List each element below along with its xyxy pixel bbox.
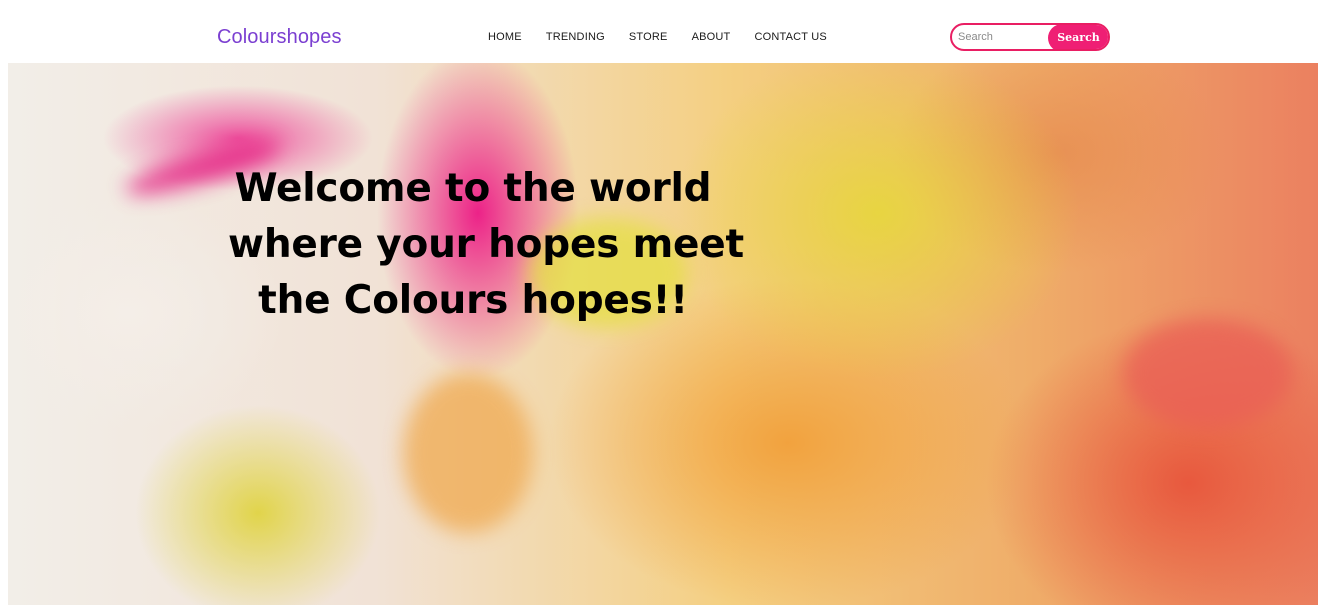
site-brand[interactable]: Colourshopes <box>217 25 342 49</box>
page-root: Colourshopes HOME TRENDING STORE ABOUT C… <box>0 0 1324 605</box>
hero-banner: Welcome to the world where your hopes me… <box>8 63 1318 605</box>
nav-trending[interactable]: TRENDING <box>546 30 605 44</box>
hero-headline: Welcome to the world where your hopes me… <box>228 161 744 329</box>
search-button[interactable]: Search <box>1048 25 1108 49</box>
nav-home[interactable]: HOME <box>488 30 522 44</box>
nav-store[interactable]: STORE <box>629 30 668 44</box>
orange-color-splash <box>403 373 533 533</box>
red-color-splash <box>1123 318 1293 428</box>
main-navigation: HOME TRENDING STORE ABOUT CONTACT US <box>488 30 851 44</box>
search-box: Search <box>950 23 1110 51</box>
headline-line-1: Welcome to the world <box>234 166 712 212</box>
nav-contact-us[interactable]: CONTACT US <box>754 30 827 44</box>
top-navbar: Colourshopes HOME TRENDING STORE ABOUT C… <box>0 0 1324 63</box>
headline-line-2: where your hopes meet <box>228 222 744 268</box>
search-input[interactable] <box>952 25 1056 49</box>
nav-about[interactable]: ABOUT <box>692 30 731 44</box>
headline-line-3: the Colours hopes!! <box>258 278 688 324</box>
